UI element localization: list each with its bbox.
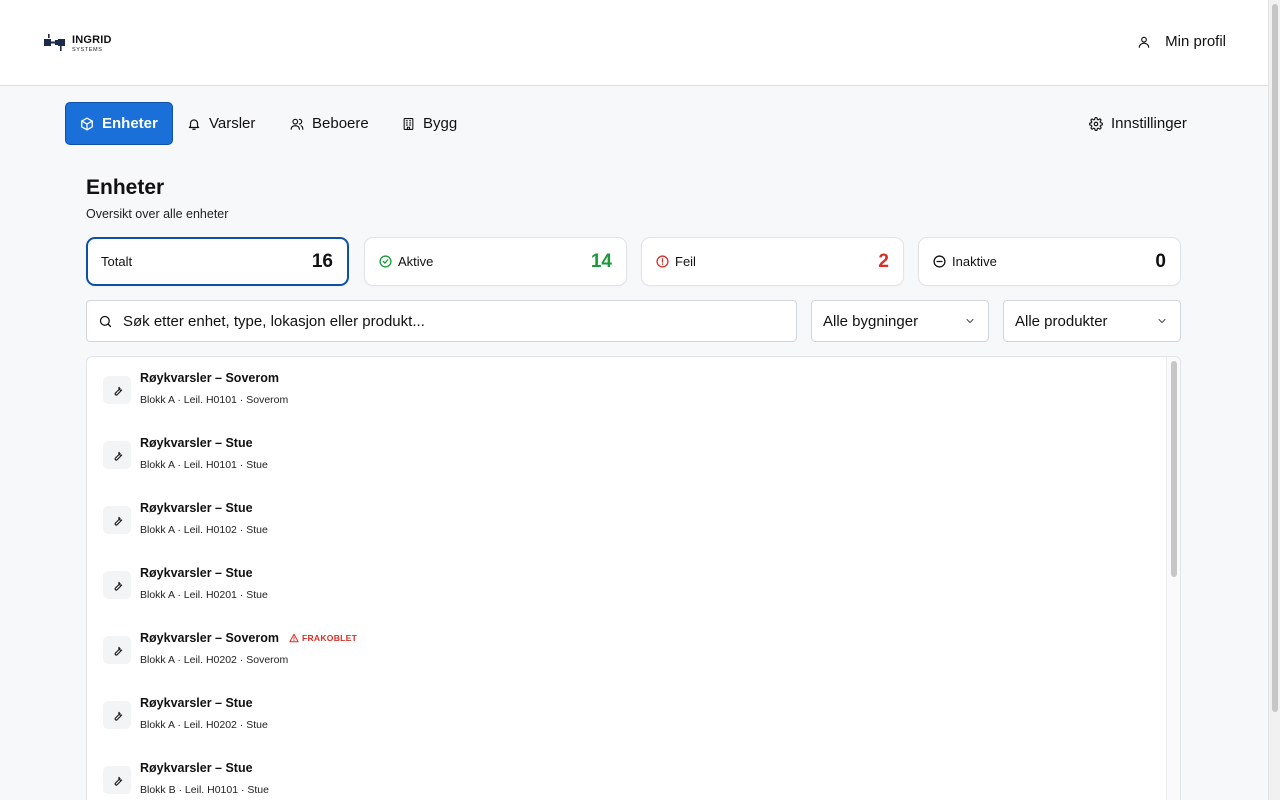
search-icon [99, 315, 112, 327]
nav-item-settings[interactable]: Innstillinger [1089, 102, 1187, 145]
list-item[interactable]: Røykvarsler – Stue Blokk A · Leil. H0201… [87, 552, 1167, 617]
wrench-icon [103, 571, 131, 599]
minus-circle-icon [933, 255, 946, 268]
unit-location: Blokk A · Leil. H0201 · Stue [140, 589, 268, 601]
nav-item-varsler[interactable]: Varsler [187, 102, 255, 145]
status-badge: FRAKOBLET [289, 633, 357, 643]
cube-icon [81, 117, 93, 130]
list-item[interactable]: Røykvarsler – Stue Blokk A · Leil. H0202… [87, 682, 1167, 747]
list-item[interactable]: Røykvarsler – Stue Blokk A · Leil. H0101… [87, 422, 1167, 487]
page-scrollbar[interactable] [1268, 0, 1280, 800]
search-box [86, 300, 797, 342]
brand-name: INGRID [72, 33, 112, 46]
stat-card-total[interactable]: Totalt 16 [86, 237, 349, 286]
stat-value-active: 14 [590, 250, 612, 272]
check-circle-icon [379, 255, 392, 268]
unit-location: Blokk A · Leil. H0102 · Stue [140, 524, 268, 536]
page-subtitle: Oversikt over alle enheter [86, 207, 229, 221]
ingrid-logo[interactable]: INGRID SYSTEMS [44, 34, 112, 54]
nav-label-beboere: Beboere [312, 115, 369, 132]
unit-title: Røykvarsler – Soverom [140, 631, 279, 645]
product-select[interactable]: Alle produkter [1003, 300, 1181, 342]
building-select-value: Alle bygninger [823, 312, 919, 330]
logo-mark-icon [44, 34, 65, 51]
users-icon [290, 118, 304, 130]
nav-item-enheter[interactable]: Enheter [65, 102, 173, 145]
building-icon [403, 117, 414, 130]
unit-location: Blokk A · Leil. H0101 · Soverom [140, 394, 289, 406]
nav-item-bygg[interactable]: Bygg [402, 102, 457, 145]
nav-label-settings: Innstillinger [1111, 115, 1187, 132]
stat-label-inactive: Inaktive [952, 254, 997, 269]
page-title: Enheter [86, 176, 165, 199]
unit-location: Blokk B · Leil. H0101 · Stue [140, 784, 269, 796]
stat-label-total: Totalt [101, 254, 133, 269]
nav-item-beboere[interactable]: Beboere [290, 102, 369, 145]
unit-location: Blokk A · Leil. H0101 · Stue [140, 459, 268, 471]
profile-label: Min profil [1165, 33, 1226, 50]
unit-title: Røykvarsler – Stue [140, 696, 253, 710]
stat-value-error: 2 [878, 250, 889, 272]
building-select[interactable]: Alle bygninger [811, 300, 989, 342]
alert-circle-icon [656, 255, 669, 268]
unit-title: Røykvarsler – Stue [140, 436, 253, 450]
list-item[interactable]: Røykvarsler – Soverom FRAKOBLET Blokk A … [87, 617, 1167, 682]
profile-link[interactable]: Min profil [1137, 33, 1226, 50]
stat-card-active[interactable]: Aktive 14 [364, 237, 627, 286]
stat-value-inactive: 0 [1155, 250, 1166, 272]
stat-label-error: Feil [675, 254, 696, 269]
main-nav: Enheter Varsler Beboere Bygg Innstilling… [65, 102, 1203, 145]
stat-label-active: Aktive [398, 254, 434, 269]
unit-location: Blokk A · Leil. H0202 · Stue [140, 719, 268, 731]
list-item[interactable]: Røykvarsler – Stue Blokk A · Leil. H0102… [87, 487, 1167, 552]
stat-value-total: 16 [311, 250, 333, 272]
list-scrollbar[interactable] [1166, 357, 1180, 800]
chevron-down-icon [966, 318, 974, 324]
bell-icon [188, 118, 200, 130]
status-badge-label: FRAKOBLET [301, 633, 358, 643]
user-icon [1138, 36, 1150, 48]
unit-title: Røykvarsler – Soverom [140, 371, 279, 385]
warning-triangle-icon [289, 633, 299, 643]
list-item[interactable]: Røykvarsler – Stue Blokk B · Leil. H0101… [87, 747, 1167, 800]
list-item[interactable]: Røykvarsler – Soverom Blokk A · Leil. H0… [87, 357, 1167, 422]
unit-list: Røykvarsler – Soverom Blokk A · Leil. H0… [86, 356, 1181, 800]
gear-icon [1089, 116, 1103, 131]
wrench-icon [103, 636, 131, 664]
wrench-icon [103, 766, 131, 794]
wrench-icon [103, 506, 131, 534]
unit-title: Røykvarsler – Stue [140, 501, 253, 515]
search-input[interactable] [123, 312, 763, 330]
nav-label-varsler: Varsler [209, 115, 256, 132]
list-scrollbar-thumb[interactable] [1171, 361, 1177, 577]
unit-location: Blokk A · Leil. H0202 · Soverom [140, 654, 289, 666]
top-bar: INGRID SYSTEMS Min profil [0, 0, 1268, 86]
product-select-value: Alle produkter [1015, 312, 1108, 330]
wrench-icon [103, 376, 131, 404]
stat-card-error[interactable]: Feil 2 [641, 237, 904, 286]
page-scrollbar-thumb[interactable] [1272, 4, 1278, 712]
wrench-icon [103, 701, 131, 729]
unit-title: Røykvarsler – Stue [140, 566, 253, 580]
brand-tagline: SYSTEMS [72, 46, 103, 53]
nav-label-enheter: Enheter [102, 115, 158, 132]
stat-card-inactive[interactable]: Inaktive 0 [918, 237, 1181, 286]
chevron-down-icon [1158, 318, 1166, 324]
wrench-icon [103, 441, 131, 469]
unit-title: Røykvarsler – Stue [140, 761, 253, 775]
nav-label-bygg: Bygg [423, 115, 458, 132]
